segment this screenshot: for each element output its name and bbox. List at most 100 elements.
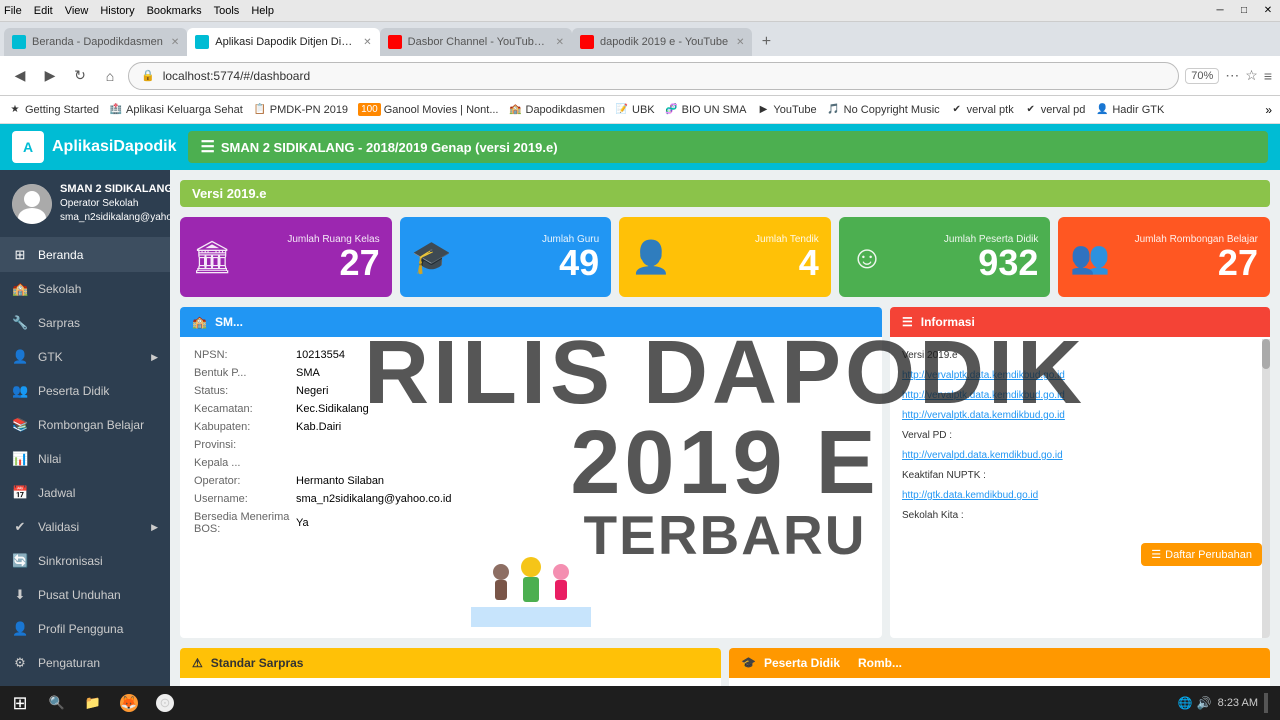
browser-tab-3[interactable]: Dasbor Channel - YouTube Stu... ✕ bbox=[380, 28, 572, 56]
taskbar-chrome[interactable]: ⊙ bbox=[148, 689, 182, 717]
stat-label-guru: Jumlah Guru bbox=[461, 234, 599, 245]
menu-tools[interactable]: Tools bbox=[214, 5, 240, 17]
bookmarks-more-icon[interactable]: » bbox=[1265, 103, 1272, 117]
bookmark-icon[interactable]: ☆ bbox=[1245, 67, 1258, 84]
bookmark-hadir-gtk[interactable]: 👤Hadir GTK bbox=[1095, 103, 1164, 117]
bookmark-ganool[interactable]: 100Ganool Movies | Nont... bbox=[358, 103, 498, 116]
app-logo: A AplikasiDapodik bbox=[12, 131, 176, 163]
main-content[interactable]: Versi 2019.e 🏛 Jumlah Ruang Kelas 27 🎓 J… bbox=[170, 170, 1280, 720]
bookmark-verval-pd[interactable]: ✔verval pd bbox=[1024, 103, 1086, 117]
sidebar-item-pengaturan[interactable]: ⚙ Pengaturan bbox=[0, 646, 170, 678]
stat-value-ruang-kelas: 27 bbox=[243, 245, 380, 281]
home-button[interactable]: ⌂ bbox=[98, 64, 122, 88]
show-desktop-button[interactable] bbox=[1264, 693, 1268, 713]
search-taskbar-icon: 🔍 bbox=[48, 694, 66, 712]
sidebar-item-sarpras[interactable]: 🔧 Sarpras bbox=[0, 306, 170, 340]
info-scrollbar-track[interactable] bbox=[1262, 339, 1270, 638]
bookmark-no-copyright[interactable]: 🎵No Copyright Music bbox=[827, 103, 940, 117]
close-button[interactable]: ✕ bbox=[1260, 3, 1276, 19]
menu-file[interactable]: File bbox=[4, 5, 22, 17]
menu-view[interactable]: View bbox=[65, 5, 89, 17]
taskbar-file-explorer[interactable]: 📁 bbox=[76, 689, 110, 717]
bookmark-ubk[interactable]: 📝UBK bbox=[615, 103, 655, 117]
logo-text-aplikasi: Aplikasi bbox=[52, 138, 113, 155]
info-link-2[interactable]: http://vervalptk.data.kemdikbud.go.id bbox=[902, 387, 1258, 405]
sidebar-item-nilai[interactable]: 📊 Nilai bbox=[0, 442, 170, 476]
address-bar-actions[interactable]: ⋯ ☆ ≡ bbox=[1225, 67, 1272, 84]
panels-row: 🏫 SM... NPSN:10213554 Bentuk P...SMA Sta… bbox=[180, 307, 1270, 638]
operator-label: Operator: bbox=[194, 473, 294, 489]
hamburger-icon[interactable]: ☰ bbox=[200, 137, 214, 157]
stat-card-ruang-kelas: 🏛 Jumlah Ruang Kelas 27 bbox=[180, 217, 392, 297]
pengaturan-label: Pengaturan bbox=[38, 656, 100, 670]
rombel-panel-title: Romb... bbox=[858, 656, 902, 670]
tab-close-1[interactable]: ✕ bbox=[171, 37, 179, 48]
menu-bar[interactable]: File Edit View History Bookmarks Tools H… bbox=[4, 5, 274, 17]
volume-icon[interactable]: 🔊 bbox=[1197, 696, 1212, 710]
forward-button[interactable]: ▶ bbox=[38, 64, 62, 88]
sidebar-item-rombongan[interactable]: 📚 Rombongan Belajar bbox=[0, 408, 170, 442]
info-scrollbar-thumb[interactable] bbox=[1262, 339, 1270, 369]
minimize-button[interactable]: ─ bbox=[1212, 3, 1228, 19]
sidebar-item-jadwal[interactable]: 📅 Jadwal bbox=[0, 476, 170, 510]
new-tab-button[interactable]: + bbox=[752, 28, 780, 56]
browser-tab-2[interactable]: Aplikasi Dapodik Ditjen Dikdas... ✕ bbox=[187, 28, 379, 56]
back-button[interactable]: ◀ bbox=[8, 64, 32, 88]
bookmark-dapodikdasmen[interactable]: 🏫Dapodikdasmen bbox=[509, 103, 606, 117]
menu-edit[interactable]: Edit bbox=[34, 5, 53, 17]
bookmark-pmdk[interactable]: 📋PMDK-PN 2019 bbox=[253, 103, 348, 117]
user-role: Operator Sekolah bbox=[60, 197, 170, 211]
tab-close-3[interactable]: ✕ bbox=[556, 37, 564, 48]
school-panel-icon: 🏫 bbox=[192, 315, 207, 329]
network-icon[interactable]: 🌐 bbox=[1178, 696, 1193, 710]
bookmark-getting-started[interactable]: ★Getting Started bbox=[8, 103, 99, 117]
hadir-icon: 👤 bbox=[1095, 103, 1109, 117]
sidebar-item-sekolah[interactable]: 🏫 Sekolah bbox=[0, 272, 170, 306]
bookmark-youtube[interactable]: ▶YouTube bbox=[756, 103, 816, 117]
sidebar-item-peserta-didik[interactable]: 👥 Peserta Didik bbox=[0, 374, 170, 408]
verval-pd-link[interactable]: http://vervalpd.data.kemdikbud.go.id bbox=[902, 447, 1258, 465]
sidebar-item-beranda[interactable]: ⊞ Beranda bbox=[0, 238, 170, 272]
zoom-level[interactable]: 70% bbox=[1185, 68, 1219, 84]
user-info: SMAN 2 SIDIKALANG Operator Sekolah sma_n… bbox=[60, 182, 170, 225]
tab-close-4[interactable]: ✕ bbox=[736, 37, 744, 48]
taskbar-firefox[interactable]: 🦊 bbox=[112, 689, 146, 717]
version-text: Versi 2019.e bbox=[192, 186, 266, 201]
window-controls[interactable]: ─ □ ✕ bbox=[1212, 3, 1276, 19]
bookmark-keluarga-sehat[interactable]: 🏥Aplikasi Keluarga Sehat bbox=[109, 103, 243, 117]
sidebar: SMAN 2 SIDIKALANG Operator Sekolah sma_n… bbox=[0, 170, 170, 720]
bookmark-bio-un[interactable]: 🧬BIO UN SMA bbox=[665, 103, 747, 117]
sidebar-item-validasi[interactable]: ✔ Validasi ▶ bbox=[0, 510, 170, 544]
sidebar-item-profil[interactable]: 👤 Profil Pengguna bbox=[0, 612, 170, 646]
daftar-perubahan-button[interactable]: ☰ Daftar Perubahan bbox=[1141, 543, 1262, 566]
taskbar-search[interactable]: 🔍 bbox=[40, 689, 74, 717]
extensions-icon[interactable]: ⋯ bbox=[1225, 67, 1239, 84]
browser-tab-1[interactable]: Beranda - Dapodikdasmen ✕ bbox=[4, 28, 187, 56]
maximize-button[interactable]: □ bbox=[1236, 3, 1252, 19]
info-link-1[interactable]: http://vervalptk.data.kemdikbud.go.id bbox=[902, 367, 1258, 385]
url-bar[interactable]: 🔒 localhost:5774/#/dashboard bbox=[128, 62, 1179, 90]
table-row: Kabupaten:Kab.Dairi bbox=[194, 419, 868, 435]
tab-close-2[interactable]: ✕ bbox=[363, 37, 371, 48]
menu-help[interactable]: Help bbox=[251, 5, 274, 17]
stat-value-tendik: 4 bbox=[681, 245, 819, 281]
peserta-panel-icon: 🎓 bbox=[741, 656, 756, 670]
sidebar-icon[interactable]: ≡ bbox=[1264, 68, 1272, 84]
bookmark-verval-ptk[interactable]: ✔verval ptk bbox=[950, 103, 1014, 117]
menu-bookmarks[interactable]: Bookmarks bbox=[147, 5, 202, 17]
sidebar-item-gtk[interactable]: 👤 GTK ▶ bbox=[0, 340, 170, 374]
reload-button[interactable]: ↻ bbox=[68, 64, 92, 88]
nilai-label: Nilai bbox=[38, 452, 61, 466]
browser-tab-4[interactable]: dapodik 2019 e - YouTube ✕ bbox=[572, 28, 752, 56]
start-button[interactable]: ⊞ bbox=[4, 689, 36, 717]
stat-card-guru: 🎓 Jumlah Guru 49 bbox=[400, 217, 612, 297]
stat-info-ruang-kelas: Jumlah Ruang Kelas 27 bbox=[243, 234, 380, 281]
informasi-panel: ☰ Informasi Versi 2019.e http://vervalpt… bbox=[890, 307, 1270, 638]
keaktifan-link[interactable]: http://gtk.data.kemdikbud.go.id bbox=[902, 487, 1258, 505]
tab-favicon-2 bbox=[195, 35, 209, 49]
menu-history[interactable]: History bbox=[100, 5, 134, 17]
taskbar-clock[interactable]: 8:23 AM bbox=[1218, 697, 1258, 709]
sidebar-item-pusat-unduhan[interactable]: ⬇ Pusat Unduhan bbox=[0, 578, 170, 612]
info-link-3[interactable]: http://vervalptk.data.kemdikbud.go.id bbox=[902, 407, 1258, 425]
sidebar-item-sinkronisasi[interactable]: 🔄 Sinkronisasi bbox=[0, 544, 170, 578]
